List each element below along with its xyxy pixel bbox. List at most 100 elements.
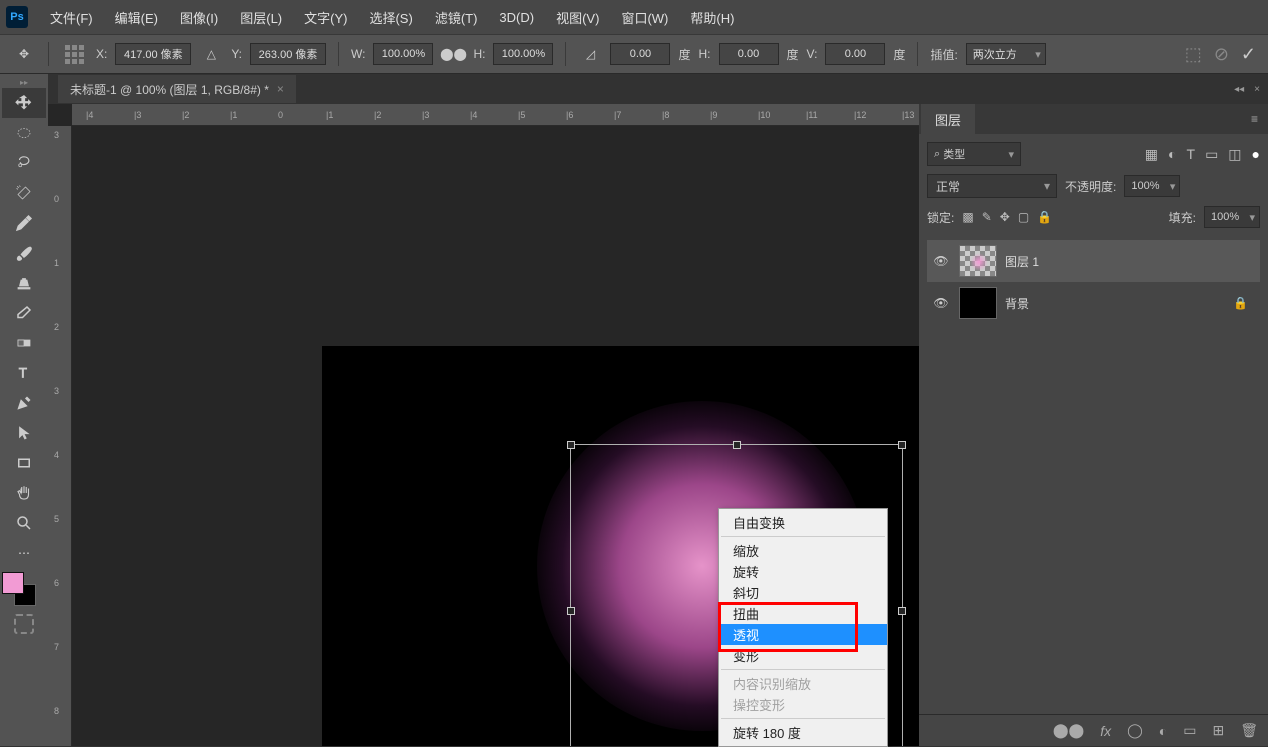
ctx-warp[interactable]: 变形	[719, 645, 887, 666]
ctx-perspective[interactable]: 透视	[719, 624, 887, 645]
ctx-free-transform[interactable]: 自由变换	[719, 512, 887, 533]
lock-all-icon[interactable]: 🔒	[1037, 210, 1052, 224]
delta-icon[interactable]: △	[199, 42, 223, 66]
w-input[interactable]	[373, 43, 433, 65]
menu-filter[interactable]: 滤镜(T)	[425, 4, 488, 31]
link-icon[interactable]: ⬤⬤	[441, 42, 465, 66]
handle-mid-right[interactable]	[898, 607, 906, 615]
lasso-tool[interactable]	[2, 148, 46, 178]
lock-icon: 🔒	[1233, 296, 1248, 310]
filter-smart-icon[interactable]: ◫	[1228, 146, 1241, 163]
ctx-distort[interactable]: 扭曲	[719, 603, 887, 624]
handle-mid-left[interactable]	[567, 607, 575, 615]
toolbar-toggle-icon[interactable]: ▸▸	[0, 78, 48, 88]
panel-menu-icon[interactable]: ≡	[1243, 112, 1266, 126]
marquee-tool[interactable]	[2, 118, 46, 148]
gradient-tool[interactable]	[2, 328, 46, 358]
ctx-scale[interactable]: 缩放	[719, 540, 887, 561]
visibility-icon[interactable]: 👁	[931, 296, 951, 310]
handle-top-left[interactable]	[567, 441, 575, 449]
y-input[interactable]	[250, 43, 326, 65]
h-input[interactable]	[493, 43, 553, 65]
filter-type-icon[interactable]: T	[1187, 146, 1196, 163]
layer-row[interactable]: 👁 图层 1	[927, 240, 1260, 282]
ctx-rotate[interactable]: 旋转	[719, 561, 887, 582]
menu-select[interactable]: 选择(S)	[359, 4, 422, 31]
layer-list: 👁 图层 1 👁 背景 🔒	[927, 240, 1260, 706]
visibility-icon[interactable]: 👁	[931, 254, 951, 268]
brush-tool[interactable]	[2, 238, 46, 268]
interp-label: 插值:	[930, 46, 957, 63]
hskew-label: H:	[699, 47, 711, 61]
menu-file[interactable]: 文件(F)	[40, 4, 103, 31]
foreground-color[interactable]	[2, 572, 24, 594]
warp-mode-icon[interactable]: ⬚	[1185, 44, 1202, 65]
lock-label: 锁定:	[927, 209, 954, 226]
layer-name[interactable]: 图层 1	[1005, 253, 1039, 270]
rectangle-tool[interactable]	[2, 448, 46, 478]
interpolation-select[interactable]: 两次立方	[966, 43, 1046, 65]
menu-help[interactable]: 帮助(H)	[680, 4, 744, 31]
link-layers-icon[interactable]: ⬤⬤	[1053, 722, 1084, 739]
quick-mask-icon[interactable]	[14, 614, 34, 634]
commit-icon[interactable]: ✓	[1241, 44, 1256, 65]
clone-stamp-tool[interactable]	[2, 268, 46, 298]
eraser-tool[interactable]	[2, 298, 46, 328]
hskew-input[interactable]	[719, 43, 779, 65]
close-panel-icon[interactable]: ×	[1254, 84, 1260, 95]
path-select-tool[interactable]	[2, 418, 46, 448]
blend-mode-select[interactable]: 正常	[927, 174, 1057, 198]
layers-tab[interactable]: 图层	[921, 104, 975, 135]
menu-3d[interactable]: 3D(D)	[489, 6, 544, 29]
edit-toolbar[interactable]: ⋯	[2, 538, 46, 568]
menu-window[interactable]: 窗口(W)	[611, 4, 678, 31]
filter-adjust-icon[interactable]: ◐	[1168, 146, 1176, 163]
tab-close-icon[interactable]: ×	[277, 82, 284, 96]
vskew-input[interactable]	[825, 43, 885, 65]
opacity-input[interactable]: 100%	[1124, 175, 1180, 197]
color-swatches[interactable]	[2, 572, 42, 608]
filter-toggle-icon[interactable]: ●	[1252, 146, 1260, 163]
menu-image[interactable]: 图像(I)	[170, 4, 228, 31]
adjustment-icon[interactable]: ◐	[1159, 723, 1167, 739]
reference-point-icon[interactable]	[65, 45, 84, 64]
layer-name[interactable]: 背景	[1005, 295, 1029, 312]
cancel-icon[interactable]: ⊘	[1214, 44, 1229, 65]
ctx-rotate-180[interactable]: 旋转 180 度	[719, 722, 887, 743]
filter-pixel-icon[interactable]: ▦	[1145, 146, 1158, 163]
menu-edit[interactable]: 编辑(E)	[105, 4, 168, 31]
filter-shape-icon[interactable]: ▭	[1205, 146, 1218, 163]
pen-tool[interactable]	[2, 388, 46, 418]
magic-wand-tool[interactable]	[2, 178, 46, 208]
x-input[interactable]	[115, 43, 191, 65]
document-tab[interactable]: 未标题-1 @ 100% (图层 1, RGB/8#) * ×	[58, 75, 296, 103]
svg-text:T: T	[19, 366, 27, 381]
menu-view[interactable]: 视图(V)	[546, 4, 609, 31]
ctx-skew[interactable]: 斜切	[719, 582, 887, 603]
type-tool[interactable]: T	[2, 358, 46, 388]
handle-top-right[interactable]	[898, 441, 906, 449]
lock-artboard-icon[interactable]: ▢	[1018, 210, 1029, 224]
menu-layer[interactable]: 图层(L)	[230, 4, 292, 31]
collapse-icon[interactable]: ◂◂	[1234, 84, 1244, 95]
group-icon[interactable]: ▭	[1183, 722, 1196, 739]
layer-thumbnail[interactable]	[959, 287, 997, 319]
handle-top-mid[interactable]	[733, 441, 741, 449]
zoom-tool[interactable]	[2, 508, 46, 538]
menu-type[interactable]: 文字(Y)	[294, 4, 357, 31]
hand-tool[interactable]	[2, 478, 46, 508]
fx-icon[interactable]: fx	[1100, 723, 1111, 739]
lock-transparency-icon[interactable]: ▩	[962, 210, 973, 224]
delete-icon[interactable]: 🗑	[1240, 722, 1258, 739]
new-layer-icon[interactable]: ⊞	[1212, 722, 1224, 739]
rotation-input[interactable]	[610, 43, 670, 65]
move-tool[interactable]	[2, 88, 46, 118]
mask-icon[interactable]: ◯	[1127, 722, 1143, 739]
eyedropper-tool[interactable]	[2, 208, 46, 238]
layer-filter-select[interactable]: ⌕ 类型	[927, 142, 1021, 166]
layer-thumbnail[interactable]	[959, 245, 997, 277]
lock-pixels-icon[interactable]: ✎	[982, 210, 992, 224]
lock-position-icon[interactable]: ✥	[1000, 210, 1010, 224]
fill-input[interactable]: 100%	[1204, 206, 1260, 228]
layer-row[interactable]: 👁 背景 🔒	[927, 282, 1260, 324]
